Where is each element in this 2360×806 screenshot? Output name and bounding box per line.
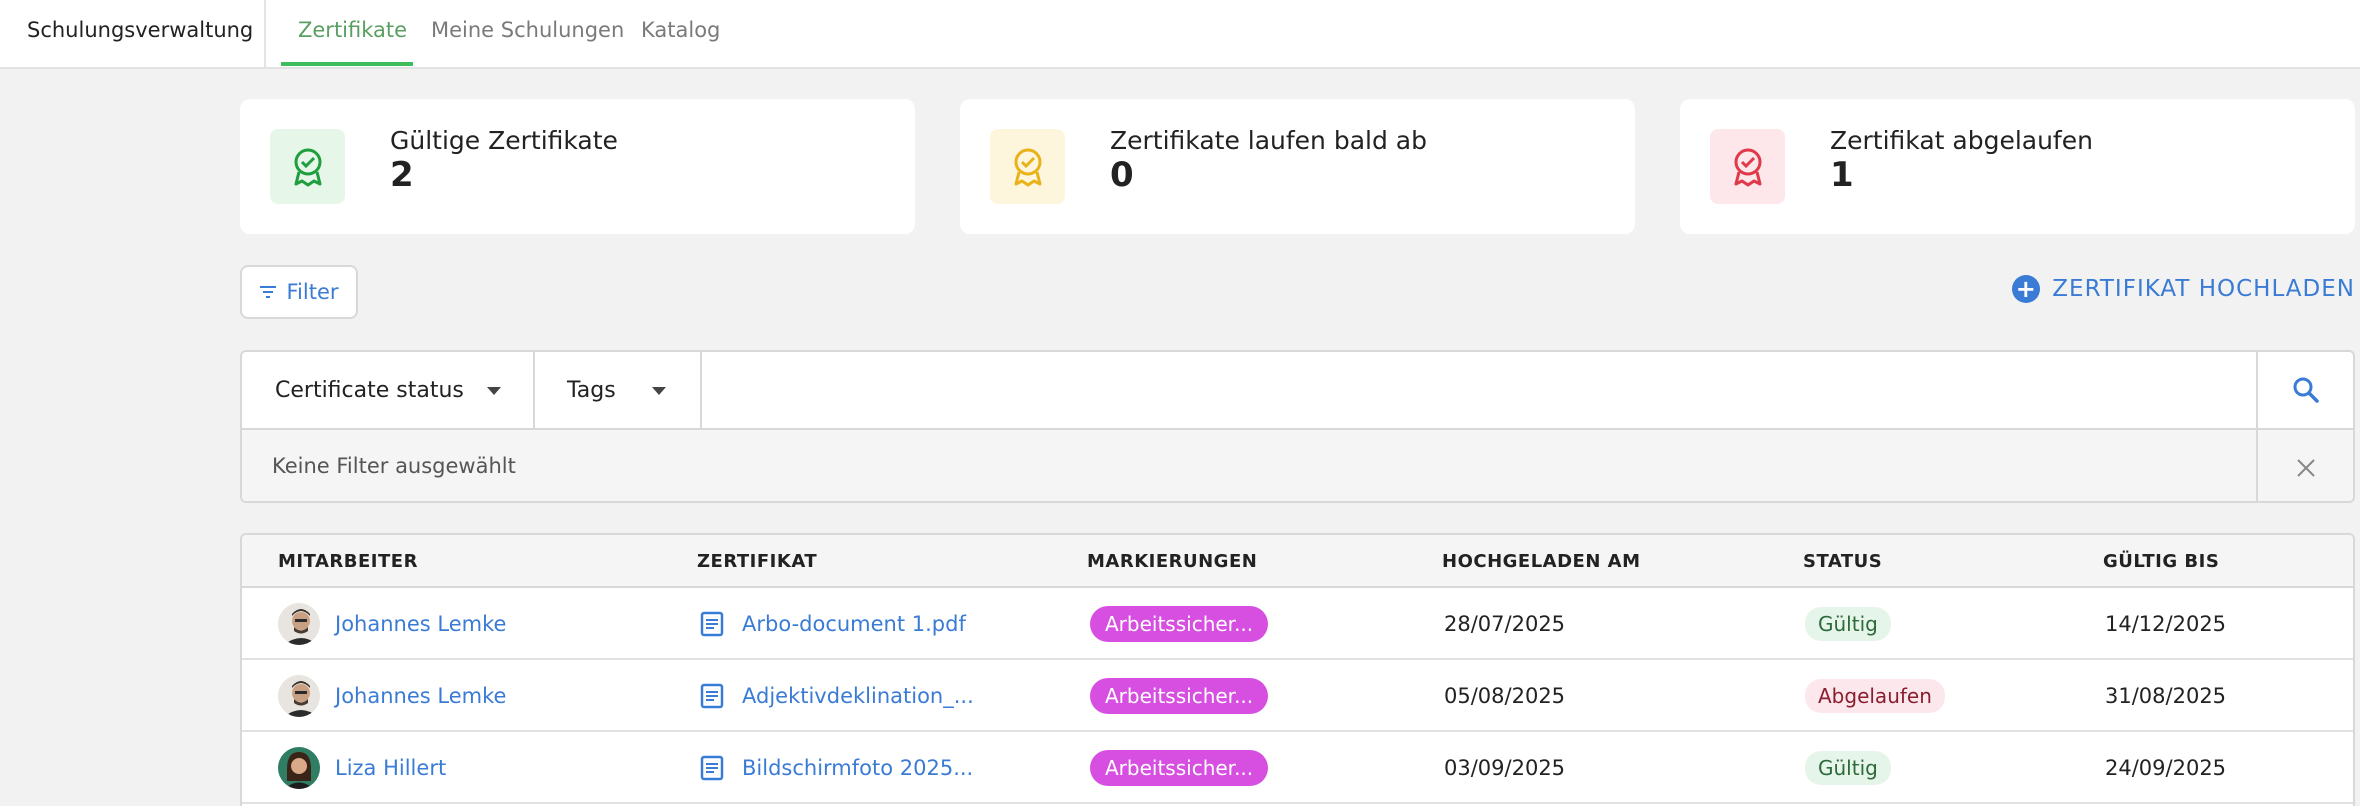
certificate-valid-icon [270, 129, 345, 204]
stat-card-expiring: Zertifikate laufen bald ab 0 [960, 99, 1635, 234]
status-cell: Abgelaufen [1805, 660, 1945, 732]
tag-chip[interactable]: Arbeitssicher... [1090, 606, 1269, 642]
employee-cell: Johannes Lemke [278, 588, 506, 660]
avatar [278, 747, 320, 789]
filter-button[interactable]: Filter [240, 265, 358, 319]
close-icon [2296, 458, 2315, 477]
certificate-cell: Adjektivdeklination_... [700, 660, 974, 732]
employee-name-link[interactable]: Johannes Lemke [335, 612, 506, 636]
chevron-down-icon [652, 387, 666, 395]
search-icon [2293, 377, 2319, 403]
stat-count: 0 [1110, 155, 1134, 195]
table-row[interactable]: Johannes Lemke Arbo-document 1.pdf Arbei… [242, 588, 2353, 660]
document-icon [700, 683, 724, 709]
valid-until-date: 24/09/2025 [2105, 756, 2227, 780]
column-header-valid-until[interactable]: GÜLTIG BIS [2103, 551, 2219, 572]
certificate-cell: Arbo-document 1.pdf [700, 588, 966, 660]
stat-label: Zertifikate laufen bald ab [1110, 126, 1427, 155]
column-header-status[interactable]: STATUS [1803, 551, 1882, 572]
document-icon [700, 611, 724, 637]
tag-chip[interactable]: Arbeitssicher... [1090, 750, 1269, 786]
certificate-cell: Bildschirmfoto 2025... [700, 732, 973, 804]
tags-cell: Arbeitssicher... [1090, 732, 1269, 804]
stat-label: Zertifikat abgelaufen [1830, 126, 2093, 155]
active-filters-bar: Keine Filter ausgewählt [242, 428, 2353, 501]
column-header-tags[interactable]: MARKIERUNGEN [1087, 551, 1257, 572]
column-header-employee[interactable]: MITARBEITER [278, 551, 418, 572]
stat-card-valid: Gültige Zertifikate 2 [240, 99, 915, 234]
table-row[interactable]: Johannes Lemke Adjektivdeklination_... A… [242, 660, 2353, 732]
upload-certificate-label: ZERTIFIKAT HOCHLADEN [2052, 276, 2355, 302]
filter-button-label: Filter [286, 280, 339, 304]
tags-cell: Arbeitssicher... [1090, 660, 1269, 732]
no-filter-text: Keine Filter ausgewählt [272, 454, 516, 478]
tab-zertifikate[interactable]: Zertifikate [298, 18, 407, 42]
upload-certificate-button[interactable]: + ZERTIFIKAT HOCHLADEN [2012, 272, 2355, 306]
status-badge: Gültig [1805, 751, 1891, 785]
tab-meine-schulungen[interactable]: Meine Schulungen [431, 18, 624, 42]
document-icon [700, 755, 724, 781]
active-tab-indicator [281, 62, 413, 66]
status-badge: Abgelaufen [1805, 679, 1945, 713]
search-button[interactable] [2256, 352, 2353, 428]
nav-divider [264, 0, 266, 67]
avatar [278, 603, 320, 645]
avatar [278, 675, 320, 717]
table-header: MITARBEITER ZERTIFIKAT MARKIERUNGEN HOCH… [242, 535, 2353, 588]
status-cell: Gültig [1805, 588, 1891, 660]
table-row[interactable]: Liza Hillert Bildschirmfoto 2025... Arbe… [242, 732, 2353, 804]
column-header-uploaded[interactable]: HOCHGELADEN AM [1442, 551, 1641, 572]
search-input[interactable] [702, 352, 2258, 428]
uploaded-date: 03/09/2025 [1444, 756, 1566, 780]
employee-cell: Johannes Lemke [278, 660, 506, 732]
column-header-certificate[interactable]: ZERTIFIKAT [697, 551, 817, 572]
tag-chip[interactable]: Arbeitssicher... [1090, 678, 1269, 714]
valid-until-date: 31/08/2025 [2105, 684, 2227, 708]
certificate-expired-icon [1710, 129, 1785, 204]
status-cell: Gültig [1805, 732, 1891, 804]
employee-cell: Liza Hillert [278, 732, 446, 804]
app-title: Schulungsverwaltung [27, 18, 254, 42]
stat-count: 1 [1830, 155, 1854, 195]
stat-card-expired: Zertifikat abgelaufen 1 [1680, 99, 2355, 234]
certificate-file-link[interactable]: Arbo-document 1.pdf [742, 612, 966, 636]
certificate-status-dropdown[interactable]: Certificate status [242, 352, 535, 428]
clear-filters-button[interactable] [2256, 430, 2353, 501]
valid-until-date: 14/12/2025 [2105, 612, 2227, 636]
top-navigation-bar: Schulungsverwaltung Zertifikate Meine Sc… [0, 0, 2360, 69]
chevron-down-icon [487, 387, 501, 395]
employee-name-link[interactable]: Johannes Lemke [335, 684, 506, 708]
certificate-expiring-icon [990, 129, 1065, 204]
plus-circle-icon: + [2012, 275, 2041, 303]
uploaded-date: 28/07/2025 [1444, 612, 1566, 636]
dropdown-label: Certificate status [275, 377, 464, 403]
tags-cell: Arbeitssicher... [1090, 588, 1269, 660]
stat-label: Gültige Zertifikate [390, 126, 618, 155]
tags-dropdown[interactable]: Tags [535, 352, 702, 428]
search-panel: Certificate status Tags Keine Filter aus… [240, 350, 2355, 503]
tab-katalog[interactable]: Katalog [641, 18, 720, 42]
certificates-table: MITARBEITER ZERTIFIKAT MARKIERUNGEN HOCH… [240, 533, 2355, 806]
uploaded-date: 05/08/2025 [1444, 684, 1566, 708]
certificate-file-link[interactable]: Adjektivdeklination_... [742, 684, 974, 708]
dropdown-label: Tags [567, 377, 616, 403]
employee-name-link[interactable]: Liza Hillert [335, 756, 446, 780]
certificate-file-link[interactable]: Bildschirmfoto 2025... [742, 756, 973, 780]
stat-count: 2 [390, 155, 414, 195]
status-badge: Gültig [1805, 607, 1891, 641]
filter-icon [260, 286, 277, 298]
